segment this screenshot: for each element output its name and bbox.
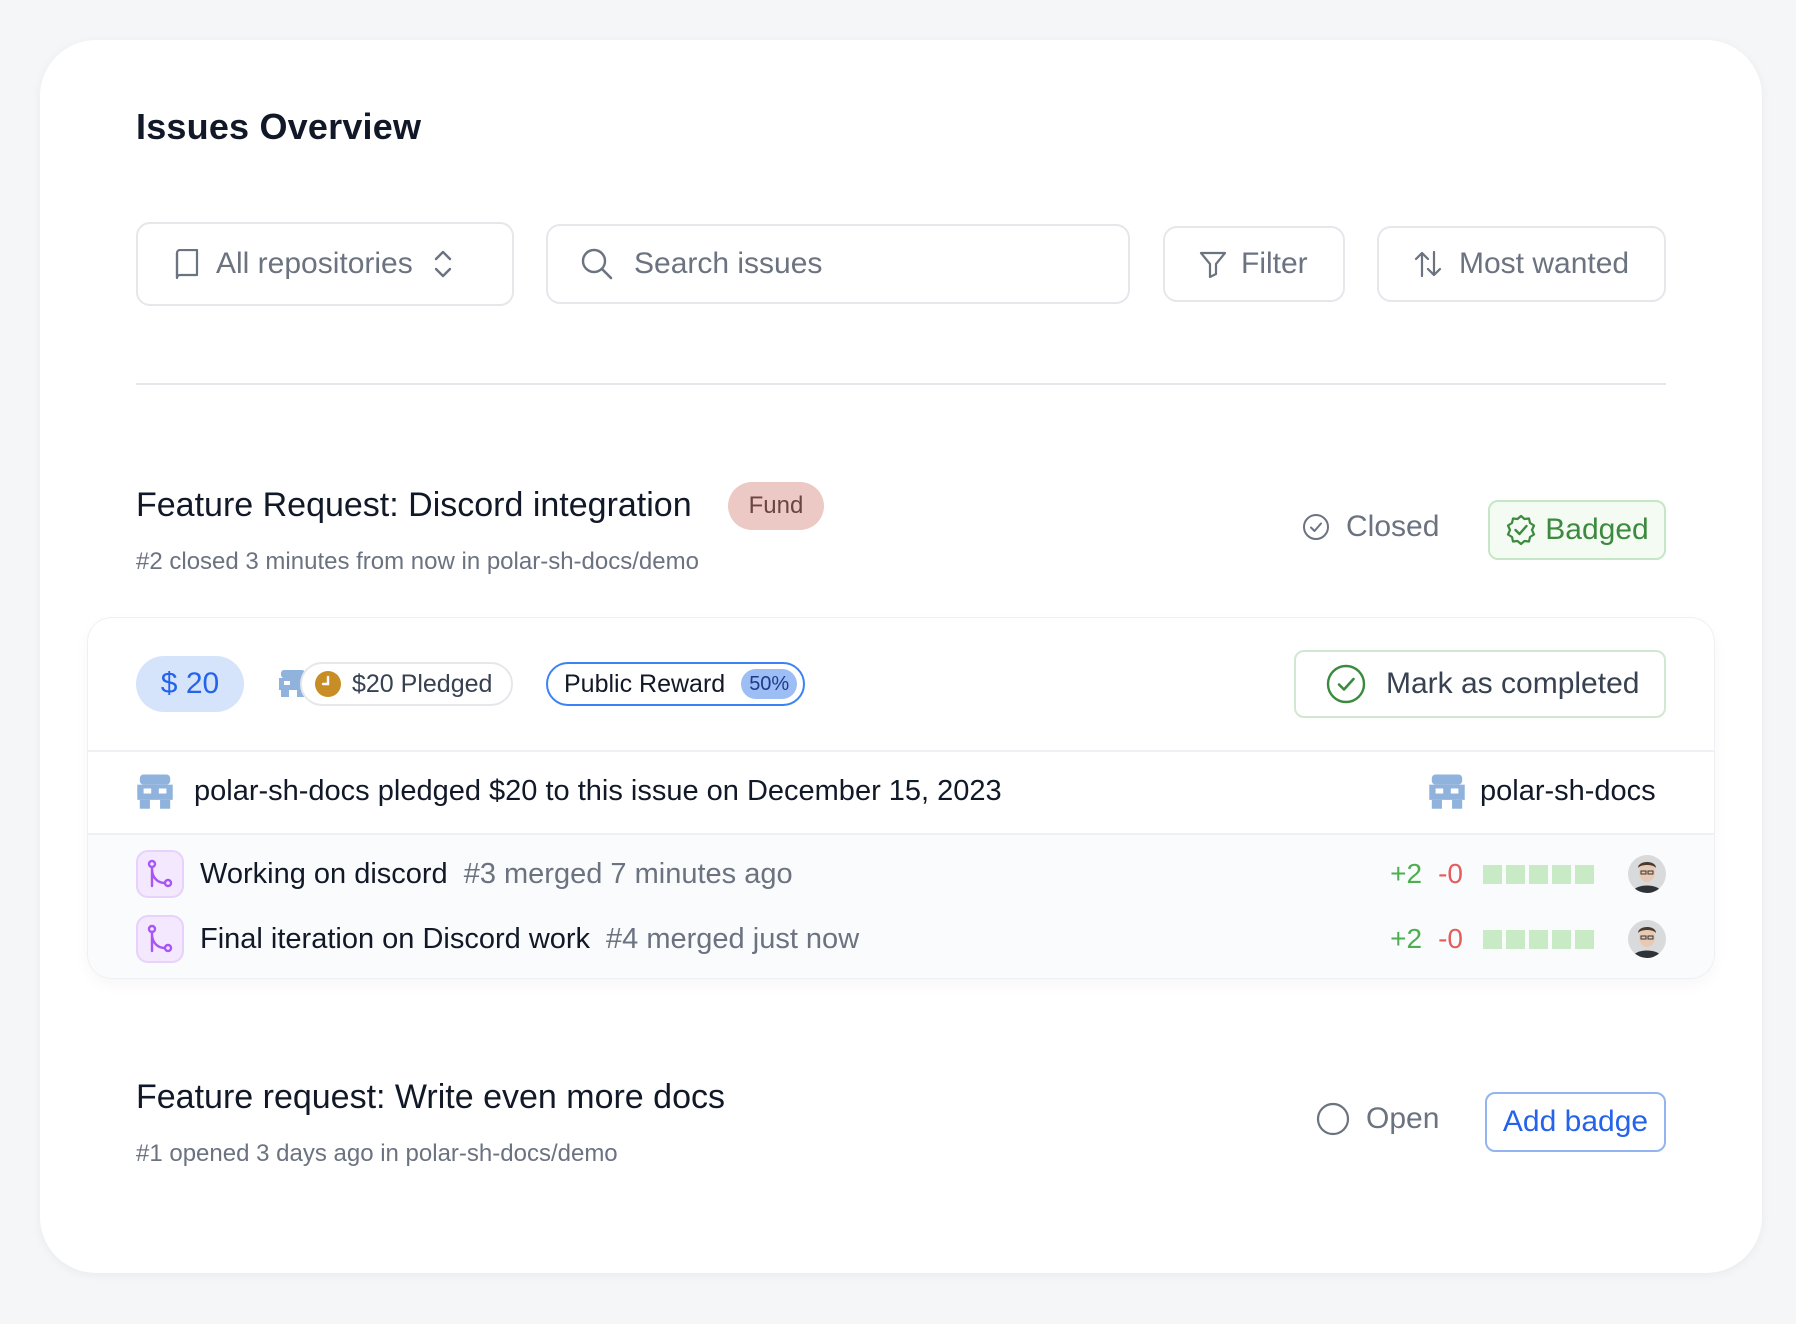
reward-label: Public Reward	[564, 669, 726, 698]
repository-select-label: All repositories	[216, 247, 413, 280]
pull-request-diffstat: +2 -0	[1390, 915, 1666, 963]
issue-meta: #1 opened 3 days ago in polar-sh-docs/de…	[136, 1140, 618, 1167]
add-badge-button[interactable]: Add badge	[1485, 1092, 1666, 1152]
circle-icon	[1316, 1102, 1350, 1136]
reward-percent: 50%	[741, 669, 798, 699]
pledger-name: polar-sh-docs	[1480, 774, 1656, 807]
panel-divider	[88, 833, 1714, 835]
issue-meta: #2 closed 3 minutes from now in polar-sh…	[136, 548, 699, 575]
pull-request-row[interactable]: Final iteration on Discord work #4 merge…	[136, 915, 1666, 963]
issue-status: Open	[1316, 1102, 1439, 1136]
chevron-updown-icon	[434, 250, 451, 278]
pull-request-row[interactable]: Working on discord #3 merged 7 minutes a…	[136, 850, 1666, 898]
pull-request-title: Working on discord	[200, 857, 448, 890]
additions: +2	[1390, 923, 1423, 954]
pledge-text: polar-sh-docs pledged $20 to this issue …	[194, 774, 1002, 807]
repository-select[interactable]: All repositories	[136, 222, 514, 306]
funding-amount: $ 20	[136, 656, 244, 712]
divider	[136, 383, 1666, 385]
diff-bars	[1483, 929, 1598, 949]
mark-as-completed-button[interactable]: Mark as completed	[1294, 650, 1666, 718]
search-placeholder: Search issues	[634, 247, 823, 280]
pledge-row: polar-sh-docs pledged $20 to this issue …	[136, 772, 1002, 810]
book-icon	[175, 249, 199, 279]
pledger[interactable]: polar-sh-docs	[1428, 772, 1656, 810]
public-reward-pill[interactable]: Public Reward 50%	[546, 662, 805, 706]
check-circle-icon	[1326, 664, 1366, 704]
badged-label: Badged	[1545, 513, 1649, 546]
pull-request-meta: #3 merged 7 minutes ago	[463, 857, 793, 890]
org-avatar	[137, 774, 173, 809]
additions: +2	[1390, 858, 1423, 889]
pull-request-diffstat: +2 -0	[1390, 850, 1666, 898]
toolbar: All repositories Search issues Filter Mo…	[136, 222, 1666, 306]
badge-check-icon	[1507, 514, 1536, 546]
page-title: Issues Overview	[136, 106, 422, 147]
search-icon	[581, 248, 613, 280]
filter-label: Filter	[1241, 247, 1308, 280]
pull-request-title: Final iteration on Discord work	[200, 922, 591, 955]
user-avatar	[1628, 855, 1666, 893]
clock-icon	[315, 671, 341, 697]
panel-caret	[156, 606, 180, 618]
issue-title[interactable]: Feature request: Write even more docs	[136, 1078, 725, 1117]
issue-status-label: Closed	[1346, 510, 1440, 543]
filter-button[interactable]: Filter	[1163, 226, 1345, 302]
search-input[interactable]: Search issues	[546, 224, 1130, 304]
deletions: -0	[1438, 923, 1463, 954]
diff-bars	[1483, 864, 1598, 884]
sort-icon	[1414, 250, 1442, 278]
pledged-label: $20 Pledged	[352, 669, 493, 698]
deletions: -0	[1438, 858, 1463, 889]
sort-button[interactable]: Most wanted	[1377, 226, 1666, 302]
issue-status: Closed	[1302, 510, 1439, 544]
issue-status-label: Open	[1366, 1102, 1440, 1135]
sort-label: Most wanted	[1459, 247, 1630, 280]
issue-title[interactable]: Feature Request: Discord integration	[136, 486, 692, 525]
badged-button[interactable]: Badged	[1488, 500, 1666, 560]
pull-request-meta: #4 merged just now	[606, 922, 860, 955]
merge-icon	[136, 850, 184, 898]
fund-badge[interactable]: Fund	[728, 482, 824, 530]
mark-as-completed-label: Mark as completed	[1386, 667, 1640, 700]
panel-divider	[88, 750, 1714, 752]
org-avatar	[1429, 774, 1465, 809]
user-avatar	[1628, 920, 1666, 958]
filter-icon	[1199, 251, 1227, 278]
pledged-pill: $20 Pledged	[300, 662, 513, 706]
merge-icon	[136, 915, 184, 963]
check-circle-icon	[1303, 514, 1329, 540]
